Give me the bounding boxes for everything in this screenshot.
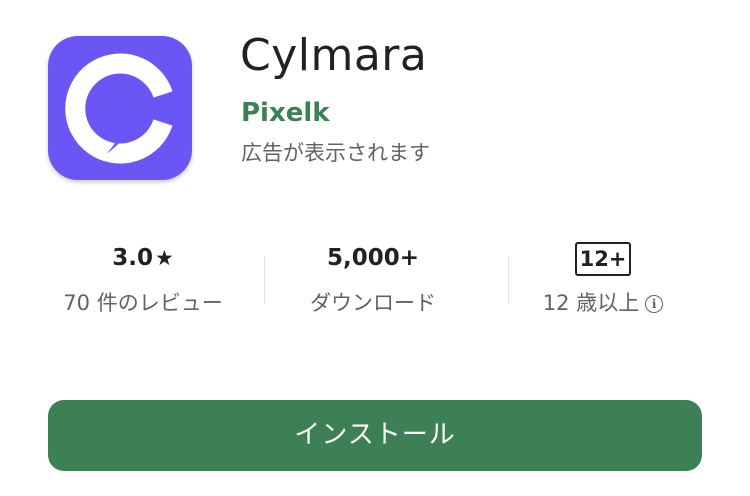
review-count: 70 件のレビュー (63, 291, 223, 315)
age-rating-badge: 12+ (574, 241, 632, 276)
downloads-label: ダウンロード (310, 291, 436, 315)
content-rating-label-row: 12 歳以上 i (488, 286, 718, 320)
content-rating-badge-row: 12+ (488, 238, 718, 278)
rating-stat[interactable]: 3.0★ 70 件のレビュー (28, 238, 258, 320)
developer-link[interactable]: Pixelk (241, 96, 330, 130)
app-details-page: Cylmara Pixelk 広告が表示されます 3.0★ 70 件のレビュー … (0, 0, 750, 496)
rating-value: 3.0 (112, 245, 153, 271)
app-icon[interactable] (48, 36, 192, 180)
info-icon[interactable]: i (645, 295, 664, 313)
install-button[interactable]: インストール (48, 400, 702, 471)
rating-value-row: 3.0★ (28, 238, 258, 278)
chat-c-logo-icon (65, 53, 173, 164)
star-icon: ★ (154, 246, 174, 270)
app-title: Cylmara (240, 30, 428, 81)
stats-row: 3.0★ 70 件のレビュー 5,000+ ダウンロード 12+ 12 歳以上 i (28, 238, 718, 328)
contains-ads-label: 広告が表示されます (241, 141, 430, 165)
downloads-stat: 5,000+ ダウンロード (258, 238, 488, 320)
downloads-value: 5,000+ (326, 245, 420, 271)
age-rating-label: 12 歳以上 (542, 291, 640, 315)
content-rating-stat[interactable]: 12+ 12 歳以上 i (488, 238, 718, 320)
